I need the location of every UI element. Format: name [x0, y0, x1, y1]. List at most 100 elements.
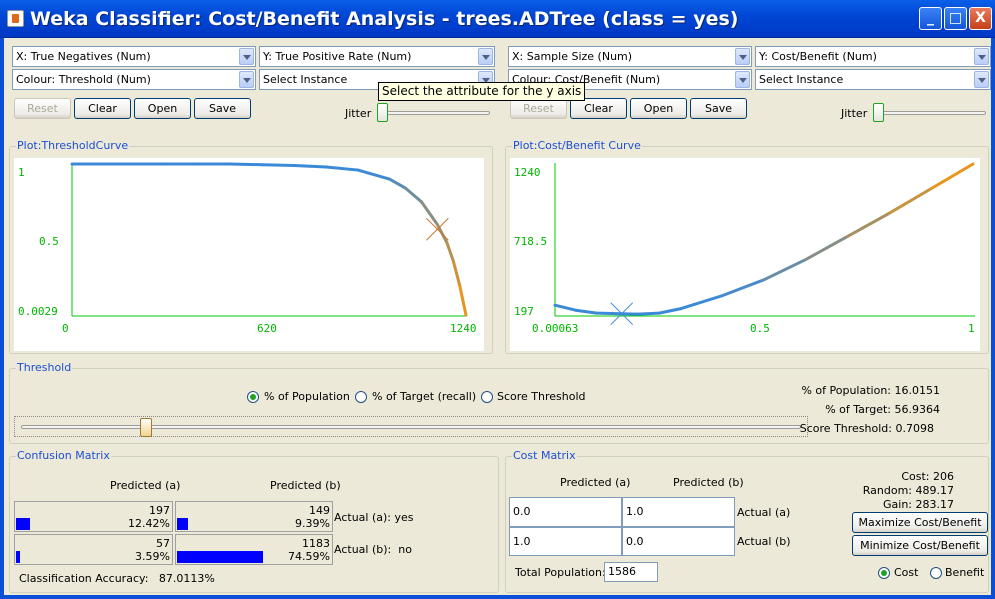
cell-bar — [16, 551, 20, 563]
y-tick-label: 1240 — [514, 166, 541, 179]
curve-segment — [720, 278, 766, 298]
curve-segment — [929, 162, 975, 191]
window-title: Weka Classifier: Cost/Benefit Analysis -… — [30, 8, 739, 30]
y-tick-label: 718.5 — [514, 235, 547, 248]
threshold-curve-plot[interactable]: 1 0.5 0.0029 0 620 1240 — [14, 158, 484, 351]
x-tick-label: 0.5 — [750, 322, 770, 335]
left-reset-button[interactable]: Reset — [14, 98, 71, 119]
confusion-cell-fp: 57 3.59% — [14, 534, 173, 565]
maximize-cost-benefit-button[interactable]: Maximize Cost/Benefit — [852, 512, 988, 533]
chevron-down-icon — [239, 71, 254, 88]
curve-segment — [451, 259, 462, 287]
radio-population[interactable] — [247, 391, 259, 403]
window-frame-right — [991, 38, 995, 599]
confusion-cell-tn: 1183 74.59% — [175, 534, 333, 565]
confusion-pred-b-header: Predicted (b) — [270, 479, 341, 492]
y-tick-label: 1 — [18, 166, 25, 179]
cost-cell-aa[interactable]: 0.0 — [509, 497, 622, 527]
stat-score-value: 0.7098 — [895, 422, 935, 435]
curve-segment — [261, 163, 296, 168]
right-y-axis-select[interactable]: Y: Cost/Benefit (Num) — [755, 46, 991, 67]
curve-segment — [762, 258, 808, 282]
curve-segment — [553, 303, 578, 312]
threshold-slider[interactable] — [14, 416, 808, 437]
chevron-down-icon — [735, 71, 750, 88]
minimize-button[interactable]: _ — [919, 7, 942, 30]
minimize-cost-benefit-button[interactable]: Minimize Cost/Benefit — [852, 535, 988, 556]
right-reset-button[interactable]: Reset — [510, 98, 567, 119]
cost-benefit-title: Plot:Cost/Benefit Curve — [512, 139, 642, 152]
radio-target[interactable] — [355, 391, 367, 403]
stat-target: % of Target: 56.9364 — [760, 403, 940, 416]
right-clear-button[interactable]: Clear — [570, 98, 627, 119]
cell-bar — [177, 518, 188, 530]
close-button[interactable]: X — [969, 7, 992, 30]
left-save-button[interactable]: Save — [194, 98, 251, 119]
total-population-label: Total Population: — [515, 566, 606, 579]
left-clear-button[interactable]: Clear — [74, 98, 131, 119]
x-tick-label: 0.00063 — [532, 322, 578, 335]
cost-cell-ba[interactable]: 1.0 — [509, 527, 622, 556]
right-select-instance[interactable]: Select Instance — [755, 69, 991, 90]
stat-target-label: % of Target: — [825, 403, 891, 416]
cost-pred-b-header: Predicted (b) — [673, 476, 744, 489]
curve-segment — [657, 307, 682, 315]
left-colour-select[interactable]: Colour: Threshold (Num) — [12, 69, 256, 90]
left-y-axis-value: Y: True Positive Rate (Num) — [263, 50, 412, 63]
threshold-slider-thumb[interactable] — [139, 418, 152, 437]
radio-benefit[interactable] — [930, 567, 942, 579]
confusion-matrix-title: Confusion Matrix — [16, 449, 111, 462]
chevron-down-icon — [478, 48, 493, 65]
radio-benefit-label[interactable]: Benefit — [945, 566, 984, 579]
right-jitter-label: Jitter — [841, 107, 868, 120]
curve-segment — [636, 311, 661, 316]
cost-cell-ab[interactable]: 1.0 — [622, 497, 735, 527]
left-jitter-thumb[interactable] — [377, 103, 388, 122]
cost-benefit-plot[interactable]: 1240 718.5 197 0.00063 0.5 1 — [510, 158, 980, 351]
cell-count: 149 — [309, 504, 330, 517]
left-jitter-track[interactable] — [378, 111, 490, 115]
cell-count: 197 — [149, 504, 170, 517]
right-x-axis-value: X: Sample Size (Num) — [512, 50, 633, 63]
right-jitter-track[interactable] — [874, 111, 986, 115]
y-axis-tooltip: Select the attribute for the y axis — [378, 82, 586, 101]
right-jitter-thumb[interactable] — [873, 103, 884, 122]
right-open-button[interactable]: Open — [630, 98, 687, 119]
radio-cost-label[interactable]: Cost — [894, 566, 918, 579]
y-tick-label: 0.5 — [39, 235, 59, 248]
left-open-button[interactable]: Open — [134, 98, 191, 119]
curve-segment — [292, 164, 328, 169]
left-jitter-label: Jitter — [345, 107, 372, 120]
window-frame-left — [0, 38, 4, 599]
radio-score[interactable] — [481, 391, 493, 403]
chevron-down-icon — [974, 48, 989, 65]
cell-percent: 12.42% — [128, 517, 170, 530]
weka-app-icon — [7, 10, 24, 27]
curve-segment — [678, 294, 724, 311]
curve-segment — [445, 241, 455, 263]
radio-target-label[interactable]: % of Target (recall) — [372, 390, 476, 403]
radio-cost[interactable] — [878, 567, 890, 579]
cost-actual-b: Actual (b) — [737, 535, 791, 548]
radio-population-label[interactable]: % of Population — [264, 390, 350, 403]
right-save-button[interactable]: Save — [690, 98, 747, 119]
random-value: Random: 489.17 — [862, 484, 954, 497]
right-x-axis-select[interactable]: X: Sample Size (Num) — [508, 46, 752, 67]
left-select-instance-value: Select Instance — [263, 73, 348, 86]
classification-accuracy: Classification Accuracy: 87.0113% — [19, 572, 215, 585]
stat-score: Score Threshold: 0.7098 — [760, 422, 934, 435]
total-population-field[interactable]: 1586 — [604, 562, 658, 582]
threshold-curve-title: Plot:ThresholdCurve — [16, 139, 130, 152]
confusion-cell-tp: 197 12.42% — [14, 501, 173, 532]
window-frame-bottom — [0, 595, 995, 599]
cell-percent: 9.39% — [295, 517, 330, 530]
threshold-slider-track[interactable] — [21, 425, 801, 429]
radio-score-label[interactable]: Score Threshold — [497, 390, 586, 403]
left-y-axis-select[interactable]: Y: True Positive Rate (Num) — [259, 46, 495, 67]
cell-percent: 3.59% — [135, 550, 170, 563]
threshold-marker — [426, 217, 449, 241]
cost-cell-bb[interactable]: 0.0 — [622, 527, 735, 556]
cell-count: 57 — [156, 537, 170, 550]
left-x-axis-select[interactable]: X: True Negatives (Num) — [12, 46, 256, 67]
maximize-button[interactable]: □ — [944, 7, 967, 30]
